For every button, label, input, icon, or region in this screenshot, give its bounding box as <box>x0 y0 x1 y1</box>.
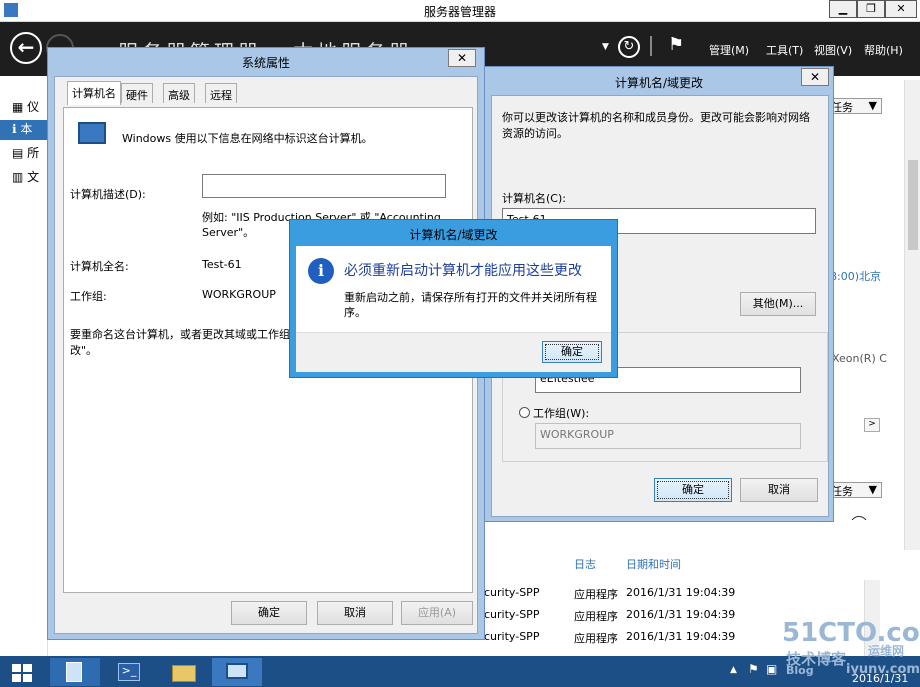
cancel-button[interactable]: 取消 <box>317 601 393 625</box>
ok-button[interactable]: 确定 <box>542 341 602 363</box>
nav-label: 文 <box>27 170 40 184</box>
nav-label: 本 <box>20 122 33 136</box>
scroll-thumb[interactable] <box>908 160 918 250</box>
dialog-title: 计算机名/域更改 <box>614 76 704 90</box>
menu-view[interactable]: 视图(V) <box>814 42 852 58</box>
server-manager-taskbar-icon[interactable] <box>50 658 100 686</box>
events-header-log[interactable]: 日志 <box>574 556 596 572</box>
network-icon[interactable]: ▣ <box>766 662 777 676</box>
files-icon: ▥ <box>12 170 28 184</box>
workgroup-radio-label[interactable]: 工作组(W): <box>533 405 589 421</box>
close-icon[interactable]: ✕ <box>448 49 476 67</box>
workgroup-label: 工作组: <box>70 290 107 303</box>
tasks-label: 任务 <box>831 485 853 498</box>
message-body: i 必须重新启动计算机才能应用这些更改 重新启动之前，请保存所有打开的文件并关闭… <box>296 246 611 372</box>
menu-manage[interactable]: 管理(M) <box>709 42 749 58</box>
nav-label: 所 <box>27 146 40 160</box>
timezone-value[interactable]: 8:00)北京 <box>830 268 881 284</box>
watermark-iyunv: 运维网 <box>868 644 905 658</box>
main-vertical-scrollbar[interactable] <box>904 80 920 550</box>
nav-item-file-services[interactable]: ▥ 文 <box>12 168 48 188</box>
notification-flag-icon[interactable]: ⚑ <box>668 34 684 55</box>
minimize-button[interactable]: ▁ <box>829 0 857 18</box>
message-footer: 确定 <box>296 332 611 372</box>
rename-text: 要重命名这台计算机，或者更改其域或工作组 <box>70 328 290 341</box>
computer-name-label: 计算机名(C): <box>502 192 566 205</box>
message-title: 计算机名/域更改 <box>409 228 498 242</box>
menu-help[interactable]: 帮助(H) <box>864 42 903 58</box>
watermark-iyunv-url: iyunv.com <box>846 662 920 677</box>
event-time: 2016/1/31 19:04:39 <box>626 586 736 599</box>
close-icon[interactable]: ✕ <box>801 68 829 86</box>
description-label: 计算机描述(D): <box>70 188 146 201</box>
event-source: curity-SPP <box>484 608 540 621</box>
event-source: curity-SPP <box>484 630 540 643</box>
ok-button[interactable]: 确定 <box>654 478 732 502</box>
more-button[interactable]: 其他(M)... <box>740 292 816 316</box>
info-icon: i <box>308 258 334 284</box>
nav-label: 仪 <box>27 100 40 114</box>
workgroup-radio[interactable] <box>519 407 530 418</box>
rename-text-end: 改"。 <box>70 344 98 357</box>
scroll-right-icon[interactable]: > <box>864 418 880 432</box>
ok-button[interactable]: 确定 <box>231 601 307 625</box>
message-heading: 必须重新启动计算机才能应用这些更改 <box>344 263 582 279</box>
powershell-icon[interactable]: >_ <box>104 658 154 686</box>
event-source: curity-SPP <box>484 586 540 599</box>
dashboard-icon: ▦ <box>12 100 28 114</box>
cancel-button[interactable]: 取消 <box>740 478 818 502</box>
menu-tools[interactable]: 工具(T) <box>766 42 803 58</box>
dialog-title: 系统属性 <box>241 56 290 70</box>
server-manager-title: 服务器管理器 <box>423 5 496 19</box>
tab-hardware[interactable]: 硬件 <box>121 83 153 103</box>
system-properties-taskbar-icon[interactable] <box>212 658 262 686</box>
tasks-dropdown-top[interactable]: 任务 ▼ <box>826 98 882 114</box>
event-time: 2016/1/31 19:04:39 <box>626 608 736 621</box>
restart-message-box: 计算机名/域更改 i 必须重新启动计算机才能应用这些更改 重新启动之前，请保存所… <box>289 219 618 378</box>
fullname-value: Test-61 <box>202 258 242 271</box>
taskbar: >_ ▲ ⚑ ▣ 2016/1/31 <box>0 656 920 687</box>
computer-description-input[interactable] <box>202 174 446 198</box>
fullname-label: 计算机全名: <box>70 260 129 273</box>
event-log: 应用程序 <box>574 588 618 601</box>
workgroup-value: WORKGROUP <box>202 288 276 301</box>
cpu-value: Xeon(R) C <box>832 352 887 365</box>
event-time: 2016/1/31 19:04:39 <box>626 630 736 643</box>
header-divider <box>650 36 652 56</box>
server-manager-titlebar: 服务器管理器 ▁ ❐ ✕ <box>0 0 920 22</box>
maximize-button[interactable]: ❐ <box>857 0 885 18</box>
computer-icon <box>78 122 106 144</box>
refresh-icon[interactable]: ↻ <box>618 36 640 58</box>
tab-strip: 计算机名 硬件 高级 远程 <box>63 81 473 107</box>
servers-icon: ▤ <box>12 146 28 160</box>
intro-text: 你可以更改该计算机的名称和成员身份。更改可能会影响对网络资源的访问。 <box>502 111 810 140</box>
events-header-datetime[interactable]: 日期和时间 <box>626 556 681 572</box>
message-text: 重新启动之前，请保存所有打开的文件并关闭所有程序。 <box>344 291 597 319</box>
apply-button[interactable]: 应用(A) <box>401 601 473 625</box>
server-manager-nav: ▦ 仪 ℹ 本 ▤ 所 ▥ 文 <box>0 76 48 656</box>
watermark-blog-en: Blog <box>786 664 814 677</box>
event-log: 应用程序 <box>574 632 618 645</box>
close-window-button[interactable]: ✕ <box>885 0 917 18</box>
intro-text: Windows 使用以下信息在网络中标识这台计算机。 <box>122 132 373 145</box>
nav-item-dashboard[interactable]: ▦ 仪 <box>12 98 48 118</box>
tasks-label: 任务 <box>831 101 853 114</box>
chevron-down-icon: ▼ <box>868 483 877 496</box>
tab-computer-name[interactable]: 计算机名 <box>67 81 121 105</box>
event-log: 应用程序 <box>574 610 618 623</box>
show-hidden-icons-icon[interactable]: ▲ <box>730 665 737 675</box>
tab-advanced[interactable]: 高级 <box>163 83 195 103</box>
dropdown-caret-icon[interactable]: ▼ <box>602 42 609 52</box>
action-center-flag-icon[interactable]: ⚑ <box>748 662 759 676</box>
nav-item-local-server[interactable]: ℹ 本 <box>0 120 48 140</box>
chevron-down-icon: ▼ <box>868 99 877 112</box>
start-windows-icon[interactable] <box>0 658 50 686</box>
nav-item-all-servers[interactable]: ▤ 所 <box>12 144 48 164</box>
tab-remote[interactable]: 远程 <box>205 83 237 103</box>
tasks-dropdown-events[interactable]: 任务 ▼ <box>826 482 882 498</box>
workgroup-input[interactable]: WORKGROUP <box>535 423 801 449</box>
back-arrow-icon[interactable]: ← <box>10 32 42 64</box>
file-explorer-icon[interactable] <box>158 658 208 686</box>
